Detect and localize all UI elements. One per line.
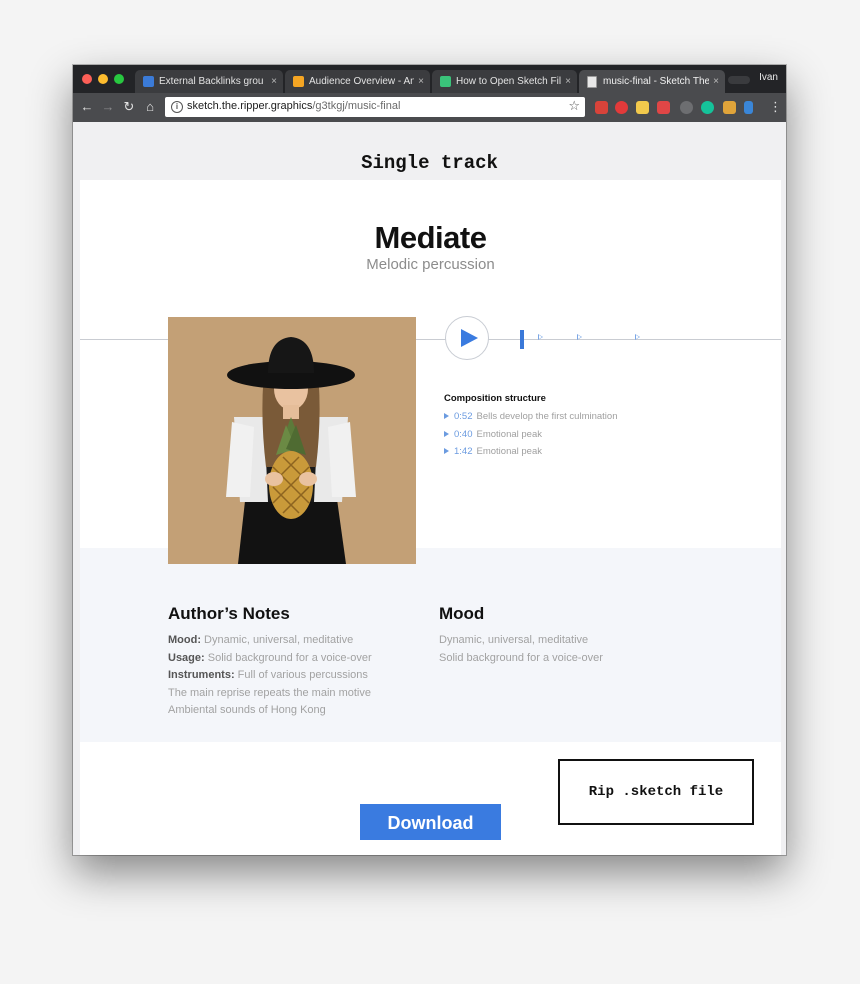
play-cue-icon xyxy=(444,448,449,455)
browser-window: External Backlinks grou × Audience Overv… xyxy=(73,65,786,855)
browser-tab[interactable]: Audience Overview - An × xyxy=(285,70,430,93)
play-button[interactable] xyxy=(445,316,489,360)
red-square-icon[interactable] xyxy=(657,101,670,114)
address-bar[interactable]: i sketch.the.ripper.graphics/g3tkgj/musi… xyxy=(165,97,585,117)
pinterest-icon[interactable] xyxy=(615,101,628,114)
url-path: /g3tkgj/music-final xyxy=(312,100,401,112)
notes-value: Ambiental sounds of Hong Kong xyxy=(168,704,326,716)
url-text: sketch.the.ripper.graphics/g3tkgj/music-… xyxy=(187,100,400,112)
timeline-cue-icon[interactable] xyxy=(577,334,582,340)
timeline-cue-icon[interactable] xyxy=(538,334,543,340)
timeline-cue-icon[interactable] xyxy=(635,334,640,340)
cue-label: Bells develop the first culmination xyxy=(476,411,618,422)
mood-line: Dynamic, universal, meditative xyxy=(439,634,589,646)
cue-label: Emotional peak xyxy=(476,429,542,440)
track-title: Mediate xyxy=(374,220,487,255)
back-arrow-icon[interactable]: ← xyxy=(79,99,95,115)
notes-value: The main reprise repeats the main motive xyxy=(168,687,371,699)
browser-tab-active[interactable]: music-final - Sketch The × xyxy=(579,70,725,93)
composition-item[interactable]: 0:52 Bells develop the first culmination xyxy=(444,411,618,422)
cue-label: Emotional peak xyxy=(476,446,542,457)
page-heading: Single track xyxy=(361,152,498,174)
tab-close-icon[interactable]: × xyxy=(713,70,719,93)
sketch-howto-favicon-icon xyxy=(440,76,451,87)
k-icon[interactable] xyxy=(723,101,736,114)
cue-time[interactable]: 1:42 xyxy=(454,446,473,457)
notes-value: Full of various percussions xyxy=(234,669,368,681)
play-cue-icon xyxy=(444,413,449,420)
notes-key: Mood: xyxy=(168,634,201,646)
notes-line: The main reprise repeats the main motive xyxy=(168,687,371,699)
composition-item[interactable]: 0:40 Emotional peak xyxy=(444,429,542,440)
tab-title: How to Open Sketch Fil xyxy=(456,76,561,87)
grammarly-icon[interactable] xyxy=(701,101,714,114)
maximize-window-button[interactable] xyxy=(114,74,124,84)
notes-line: Usage: Solid background for a voice-over xyxy=(168,652,372,664)
reload-icon[interactable]: ↻ xyxy=(121,99,137,115)
track-subtitle: Melodic percussion xyxy=(366,256,495,273)
notes-key: Instruments: xyxy=(168,669,235,681)
mood-heading: Mood xyxy=(439,604,485,623)
bookmark-star-icon[interactable] xyxy=(636,101,649,114)
tab-title: External Backlinks grou xyxy=(159,76,264,87)
album-cover-image xyxy=(168,317,416,564)
cue-time[interactable]: 0:52 xyxy=(454,411,473,422)
cue-time[interactable]: 0:40 xyxy=(454,429,473,440)
browser-tab[interactable]: How to Open Sketch Fil × xyxy=(432,70,577,93)
site-info-icon[interactable]: i xyxy=(171,101,183,113)
home-icon[interactable]: ⌂ xyxy=(142,99,158,115)
analytics-favicon-icon xyxy=(293,76,304,87)
minimize-window-button[interactable] xyxy=(98,74,108,84)
composition-item[interactable]: 1:42 Emotional peak xyxy=(444,446,542,457)
tab-close-icon[interactable]: × xyxy=(271,70,277,93)
tab-title: music-final - Sketch The xyxy=(603,76,709,87)
track-card: Mediate Melodic percussion Composition s… xyxy=(80,180,781,855)
playhead-marker[interactable] xyxy=(520,330,524,349)
browser-tab[interactable]: External Backlinks grou × xyxy=(135,70,283,93)
page-viewport: Single track Mediate Melodic percussion xyxy=(73,122,786,855)
notes-line: Instruments: Full of various percussions xyxy=(168,669,368,681)
play-icon xyxy=(461,329,478,347)
new-tab-button[interactable] xyxy=(728,76,750,84)
tab-close-icon[interactable]: × xyxy=(418,70,424,93)
close-window-button[interactable] xyxy=(82,74,92,84)
author-notes-heading: Author’s Notes xyxy=(168,604,290,623)
notes-value: Solid background for a voice-over xyxy=(204,652,372,664)
download-button[interactable]: Download xyxy=(360,804,501,840)
profile-name[interactable]: Ivan xyxy=(759,72,778,83)
play-cue-icon xyxy=(444,431,449,438)
info-circle-icon[interactable] xyxy=(680,101,693,114)
tab-close-icon[interactable]: × xyxy=(565,70,571,93)
document-favicon-icon xyxy=(587,76,597,88)
feather-icon[interactable] xyxy=(744,101,753,114)
forward-arrow-icon[interactable]: → xyxy=(100,99,116,115)
notes-key: Usage: xyxy=(168,652,205,664)
ext-red-icon[interactable] xyxy=(595,101,608,114)
tab-title: Audience Overview - An xyxy=(309,76,414,87)
bookmark-star-icon[interactable]: ☆ xyxy=(568,98,580,114)
composition-structure-title: Composition structure xyxy=(444,393,546,404)
notes-line: Ambiental sounds of Hong Kong xyxy=(168,704,326,716)
notes-value: Dynamic, universal, meditative xyxy=(200,634,354,646)
tab-strip: External Backlinks grou × Audience Overv… xyxy=(73,65,786,93)
woman-with-pineapple-illustration xyxy=(168,317,416,564)
backlinks-favicon-icon xyxy=(143,76,154,87)
mood-line: Solid background for a voice-over xyxy=(439,652,603,664)
rip-sketch-file-label: Rip .sketch file xyxy=(558,759,754,825)
browser-toolbar: ← → ↻ ⌂ i sketch.the.ripper.graphics/g3t… xyxy=(73,93,786,122)
url-host: sketch.the.ripper.graphics xyxy=(187,100,313,112)
chrome-menu-icon[interactable]: ⋮ xyxy=(769,99,782,115)
notes-line: Mood: Dynamic, universal, meditative xyxy=(168,634,353,646)
